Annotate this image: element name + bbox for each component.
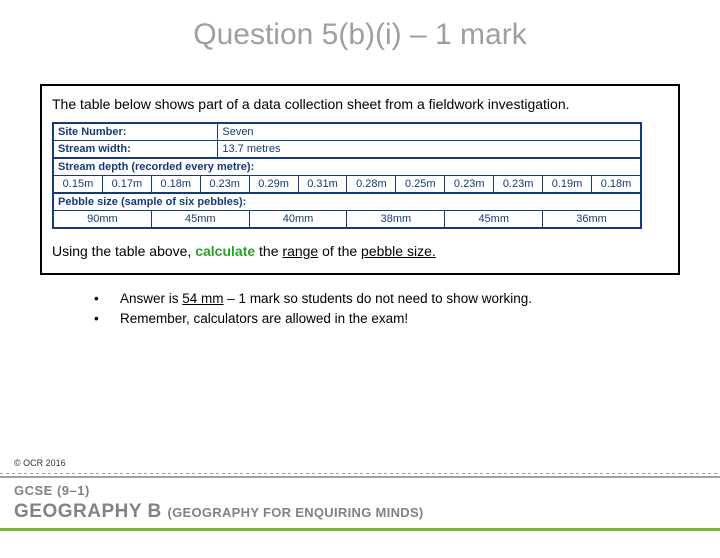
footer-band: GCSE (9–1) GEOGRAPHY B (GEOGRAPHY FOR EN… bbox=[0, 473, 720, 533]
question-intro: The table below shows part of a data col… bbox=[52, 96, 668, 114]
pebble-cell: 38mm bbox=[347, 210, 445, 227]
site-number-value: Seven bbox=[218, 123, 641, 140]
depth-cell: 0.17m bbox=[102, 175, 151, 192]
stream-depth-header: Stream depth (recorded every metre): bbox=[54, 158, 641, 175]
divider-green bbox=[0, 528, 720, 531]
range-keyword: range bbox=[282, 243, 318, 259]
subject-title: GEOGRAPHY B (GEOGRAPHY FOR ENQUIRING MIN… bbox=[14, 501, 424, 523]
answer-notes: • Answer is 54 mm – 1 mark so students d… bbox=[94, 289, 720, 330]
pebble-cell: 90mm bbox=[54, 210, 152, 227]
pebble-size-keyword: pebble size. bbox=[361, 243, 436, 259]
depth-cell: 0.19m bbox=[543, 175, 592, 192]
stream-width-label: Stream width: bbox=[54, 140, 218, 157]
pebble-cell: 45mm bbox=[151, 210, 249, 227]
pebble-cell: 36mm bbox=[543, 210, 641, 227]
divider-solid bbox=[0, 476, 720, 478]
depth-cell: 0.25m bbox=[396, 175, 445, 192]
depth-cell: 0.15m bbox=[54, 175, 103, 192]
bullet-icon: • bbox=[94, 309, 120, 329]
depth-cell: 0.23m bbox=[494, 175, 543, 192]
data-collection-sheet: Site Number: Seven Stream width: 13.7 me… bbox=[52, 122, 642, 229]
depth-cell: 0.23m bbox=[445, 175, 494, 192]
copyright-text: © OCR 2016 bbox=[14, 458, 66, 468]
depth-cell: 0.28m bbox=[347, 175, 396, 192]
depth-cell: 0.18m bbox=[591, 175, 640, 192]
depth-cell: 0.23m bbox=[200, 175, 249, 192]
pebble-size-header: Pebble size (sample of six pebbles): bbox=[54, 193, 641, 210]
gcse-label: GCSE (9–1) bbox=[14, 483, 90, 498]
depth-cell: 0.29m bbox=[249, 175, 298, 192]
pebble-cell: 45mm bbox=[445, 210, 543, 227]
stream-depth-row: 0.15m 0.17m 0.18m 0.23m 0.29m 0.31m 0.28… bbox=[54, 175, 641, 192]
divider-dashed bbox=[0, 473, 720, 474]
stream-width-value: 13.7 metres bbox=[218, 140, 641, 157]
answer-value: 54 mm bbox=[182, 291, 223, 306]
pebble-size-row: 90mm 45mm 40mm 38mm 45mm 36mm bbox=[54, 210, 641, 227]
site-number-label: Site Number: bbox=[54, 123, 218, 140]
question-box: The table below shows part of a data col… bbox=[40, 84, 680, 275]
depth-cell: 0.18m bbox=[151, 175, 200, 192]
bullet-icon: • bbox=[94, 289, 120, 309]
question-instruction: Using the table above, calculate the ran… bbox=[52, 243, 668, 259]
list-item: • Answer is 54 mm – 1 mark so students d… bbox=[94, 289, 720, 309]
slide-title: Question 5(b)(i) – 1 mark bbox=[0, 18, 720, 52]
depth-cell: 0.31m bbox=[298, 175, 347, 192]
pebble-cell: 40mm bbox=[249, 210, 347, 227]
calculate-keyword: calculate bbox=[195, 243, 255, 259]
list-item: • Remember, calculators are allowed in t… bbox=[94, 309, 720, 329]
